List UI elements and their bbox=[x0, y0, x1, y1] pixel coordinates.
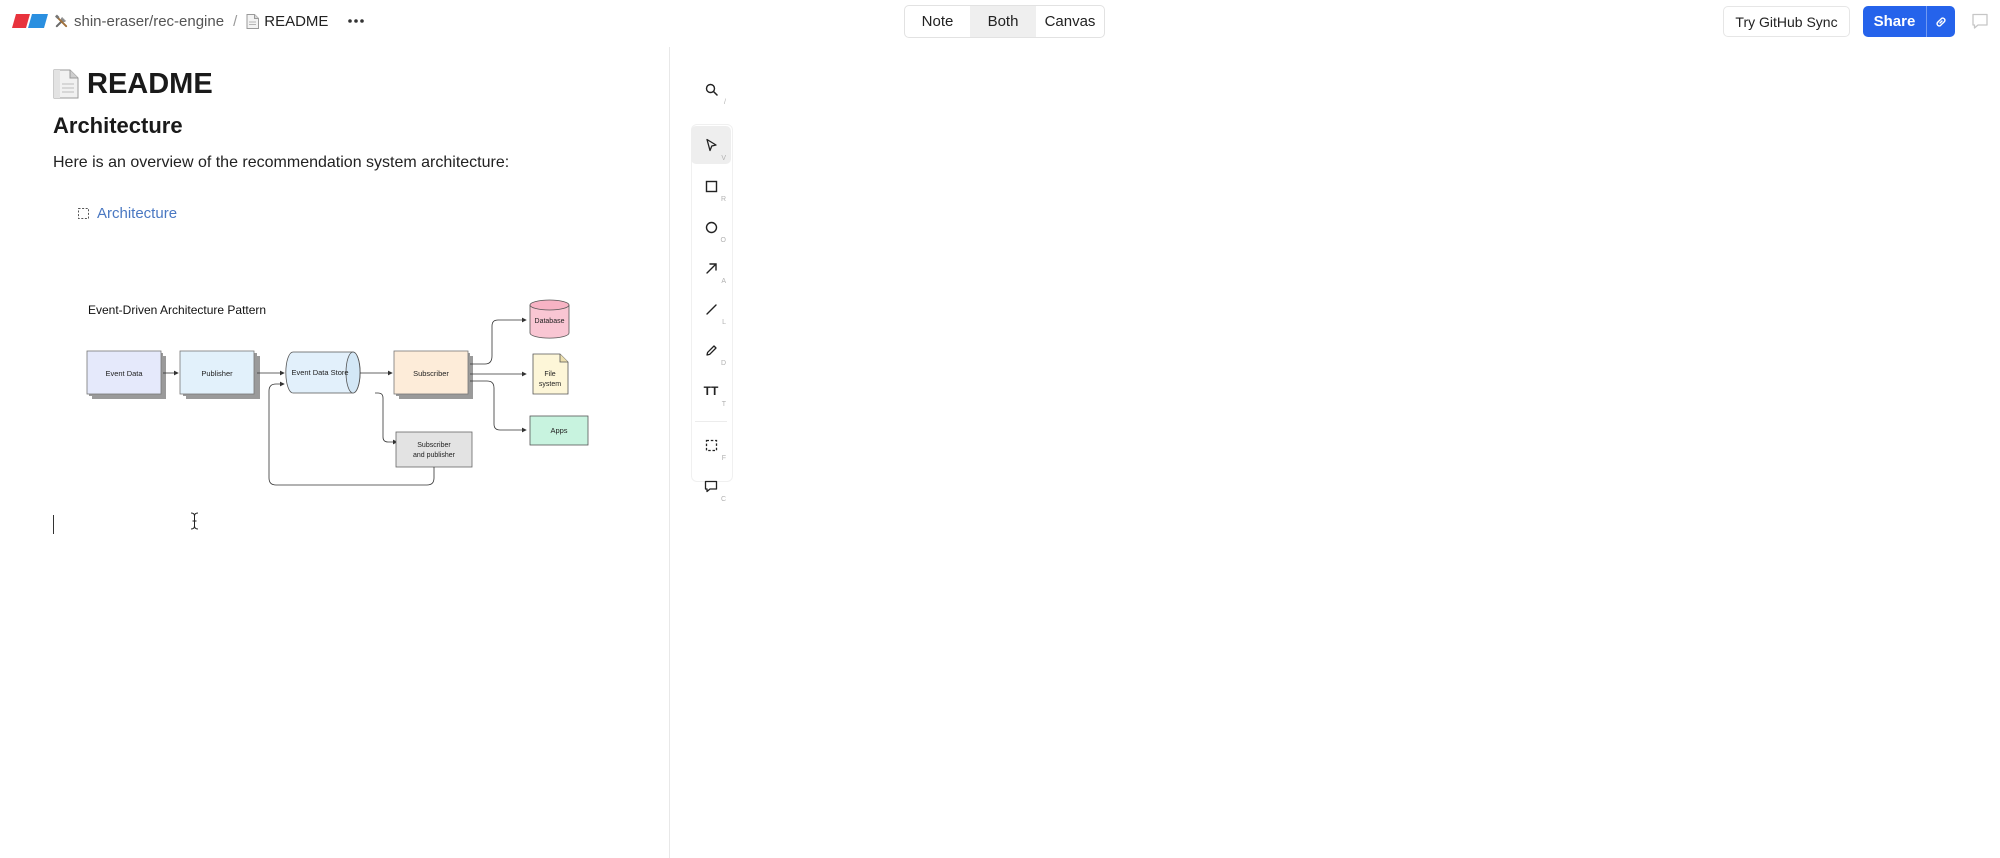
eraser-logo-icon[interactable] bbox=[12, 14, 48, 28]
line-icon bbox=[705, 303, 717, 315]
arrow-shortcut: A bbox=[721, 278, 726, 285]
event-data-label: Event Data bbox=[105, 369, 143, 378]
search-tool[interactable]: / bbox=[691, 70, 731, 108]
comment-tool[interactable]: C bbox=[691, 467, 731, 505]
line-tool[interactable]: L bbox=[691, 290, 731, 328]
toolbar-separator bbox=[695, 421, 727, 422]
comments-icon[interactable] bbox=[1971, 13, 1989, 30]
file-name: README bbox=[264, 12, 329, 30]
section-heading[interactable]: Architecture bbox=[53, 113, 183, 139]
rectangle-tool[interactable]: R bbox=[691, 167, 731, 205]
event-data-store-label: Event Data Store bbox=[291, 368, 348, 377]
text-size-icon: TT bbox=[703, 384, 719, 398]
frame-shortcut: F bbox=[721, 455, 726, 462]
select-tool[interactable]: V bbox=[691, 126, 731, 164]
breadcrumb: shin-eraser/rec-engine / README bbox=[54, 10, 328, 32]
copy-link-button[interactable] bbox=[1927, 15, 1955, 29]
share-button[interactable]: Share bbox=[1863, 13, 1926, 30]
node-database[interactable]: Database bbox=[529, 299, 570, 339]
more-horizontal-icon bbox=[348, 19, 364, 23]
view-note-button[interactable]: Note bbox=[905, 6, 970, 37]
frame-select-icon bbox=[705, 439, 717, 451]
link-icon bbox=[1936, 16, 1946, 27]
breadcrumb-separator: / bbox=[233, 12, 238, 30]
architecture-diagram[interactable]: Event-Driven Architecture Pattern Event … bbox=[80, 298, 600, 490]
comment-icon bbox=[704, 480, 718, 492]
overview-paragraph[interactable]: Here is an overview of the recommendatio… bbox=[53, 154, 509, 172]
more-options-button[interactable] bbox=[344, 10, 368, 32]
document-emoji-icon bbox=[53, 69, 79, 99]
search-shortcut: / bbox=[724, 99, 726, 106]
top-bar: shin-eraser/rec-engine / README Note Bot… bbox=[0, 0, 2000, 43]
node-event-data-store[interactable]: Event Data Store bbox=[285, 351, 361, 394]
view-mode-toggle: Note Both Canvas bbox=[904, 5, 1105, 38]
arrow-icon bbox=[705, 262, 717, 274]
rectangle-icon bbox=[705, 180, 717, 192]
rectangle-shortcut: R bbox=[720, 196, 726, 203]
document-icon bbox=[246, 13, 260, 29]
select-shortcut: V bbox=[721, 155, 726, 162]
architecture-embed-link[interactable]: Architecture bbox=[78, 205, 177, 222]
ellipse-tool[interactable]: O bbox=[691, 208, 731, 246]
database-label: Database bbox=[535, 318, 565, 325]
document-title-text: README bbox=[87, 67, 213, 100]
breadcrumb-file[interactable]: README bbox=[246, 13, 328, 30]
apps-label: Apps bbox=[550, 426, 567, 435]
node-subscriber-and-publisher[interactable]: Subscriber and publisher bbox=[395, 431, 473, 468]
file-system-label-line2: system bbox=[539, 381, 561, 388]
pencil-tool[interactable]: D bbox=[691, 331, 731, 369]
file-system-label-line1: File bbox=[544, 371, 555, 378]
text-shortcut: T bbox=[721, 401, 726, 408]
pencil-shortcut: D bbox=[720, 360, 726, 367]
ibeam-cursor-icon bbox=[190, 512, 199, 530]
view-canvas-button[interactable]: Canvas bbox=[1036, 6, 1104, 37]
frame-icon bbox=[78, 208, 89, 219]
share-button-group: Share bbox=[1863, 6, 1955, 37]
node-event-data[interactable]: Event Data bbox=[86, 350, 166, 399]
circle-icon bbox=[705, 221, 717, 233]
workspace-name: shin-eraser/rec-engine bbox=[74, 12, 225, 30]
subpub-label-line2: and publisher bbox=[413, 452, 456, 459]
node-apps[interactable]: Apps bbox=[529, 415, 589, 446]
arrow-tool[interactable]: A bbox=[691, 249, 731, 287]
panel-divider[interactable] bbox=[669, 47, 670, 858]
search-icon bbox=[705, 83, 718, 96]
try-github-sync-button[interactable]: Try GitHub Sync bbox=[1723, 6, 1850, 37]
subscriber-label: Subscriber bbox=[413, 369, 449, 378]
diagram-title: Event-Driven Architecture Pattern bbox=[88, 303, 266, 317]
text-tool[interactable]: TT T bbox=[691, 372, 731, 410]
view-both-button[interactable]: Both bbox=[970, 6, 1036, 37]
breadcrumb-workspace[interactable]: shin-eraser/rec-engine bbox=[54, 13, 224, 30]
frame-tool[interactable]: F bbox=[691, 426, 731, 464]
pointer-icon bbox=[705, 138, 717, 152]
document-title[interactable]: README bbox=[53, 64, 213, 104]
node-file-system[interactable]: File system bbox=[532, 353, 569, 395]
publisher-label: Publisher bbox=[201, 369, 233, 378]
tools-icon bbox=[55, 14, 68, 27]
pencil-icon bbox=[705, 344, 717, 356]
comment-shortcut: C bbox=[720, 496, 726, 503]
subpub-label-line1: Subscriber bbox=[417, 442, 451, 449]
node-subscriber[interactable]: Subscriber bbox=[393, 350, 473, 399]
ellipse-shortcut: O bbox=[720, 237, 726, 244]
node-publisher[interactable]: Publisher bbox=[179, 350, 260, 399]
architecture-link-text: Architecture bbox=[97, 205, 178, 222]
line-shortcut: L bbox=[722, 319, 726, 326]
text-caret bbox=[53, 515, 54, 534]
